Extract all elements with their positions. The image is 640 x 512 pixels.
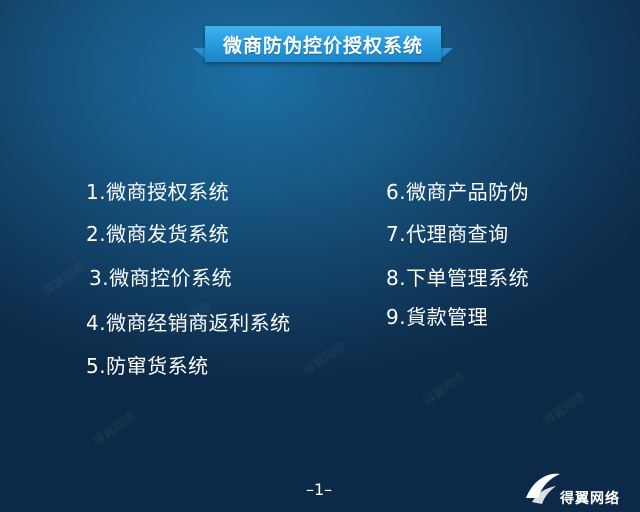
menu-item-order-management: 8.下单管理系统 <box>386 266 530 290</box>
menu-item-rebate: 4.微商经销商返利系统 <box>86 311 291 335</box>
wing-logo-icon <box>526 473 560 504</box>
menu-item-payment-management: 9.貨款管理 <box>386 305 489 329</box>
watermark: 得翼网络 <box>40 259 88 299</box>
menu-item-anti-channel-conflict: 5.防窜货系统 <box>86 354 209 378</box>
logo-text: 得翼网络 <box>560 491 620 507</box>
slide: 得翼网络 得翼网络 得翼网络 得翼网络 得翼网络 得翼网络 微商防伪控价授权系统… <box>0 0 640 512</box>
ribbon-band: 微商防伪控价授权系统 <box>205 26 441 62</box>
title-ribbon: 微商防伪控价授权系统 <box>193 26 453 66</box>
watermark: 得翼网络 <box>90 409 138 449</box>
menu-item-price-control: 3.微商控价系统 <box>89 266 233 290</box>
watermark: 得翼网络 <box>300 339 348 379</box>
menu-item-agent-query: 7.代理商查询 <box>386 222 509 246</box>
menu-item-authorization: 1.微商授权系统 <box>86 180 230 204</box>
watermark: 得翼网络 <box>420 369 468 409</box>
company-logo: 得翼网络 <box>522 468 640 512</box>
watermark: 得翼网络 <box>540 389 588 429</box>
page-title: 微商防伪控价授权系统 <box>222 34 423 57</box>
menu-item-anti-counterfeit: 6.微商产品防伪 <box>386 180 530 204</box>
menu-item-shipping: 2.微商发货系统 <box>86 222 230 246</box>
page-number: –1– <box>306 480 333 499</box>
